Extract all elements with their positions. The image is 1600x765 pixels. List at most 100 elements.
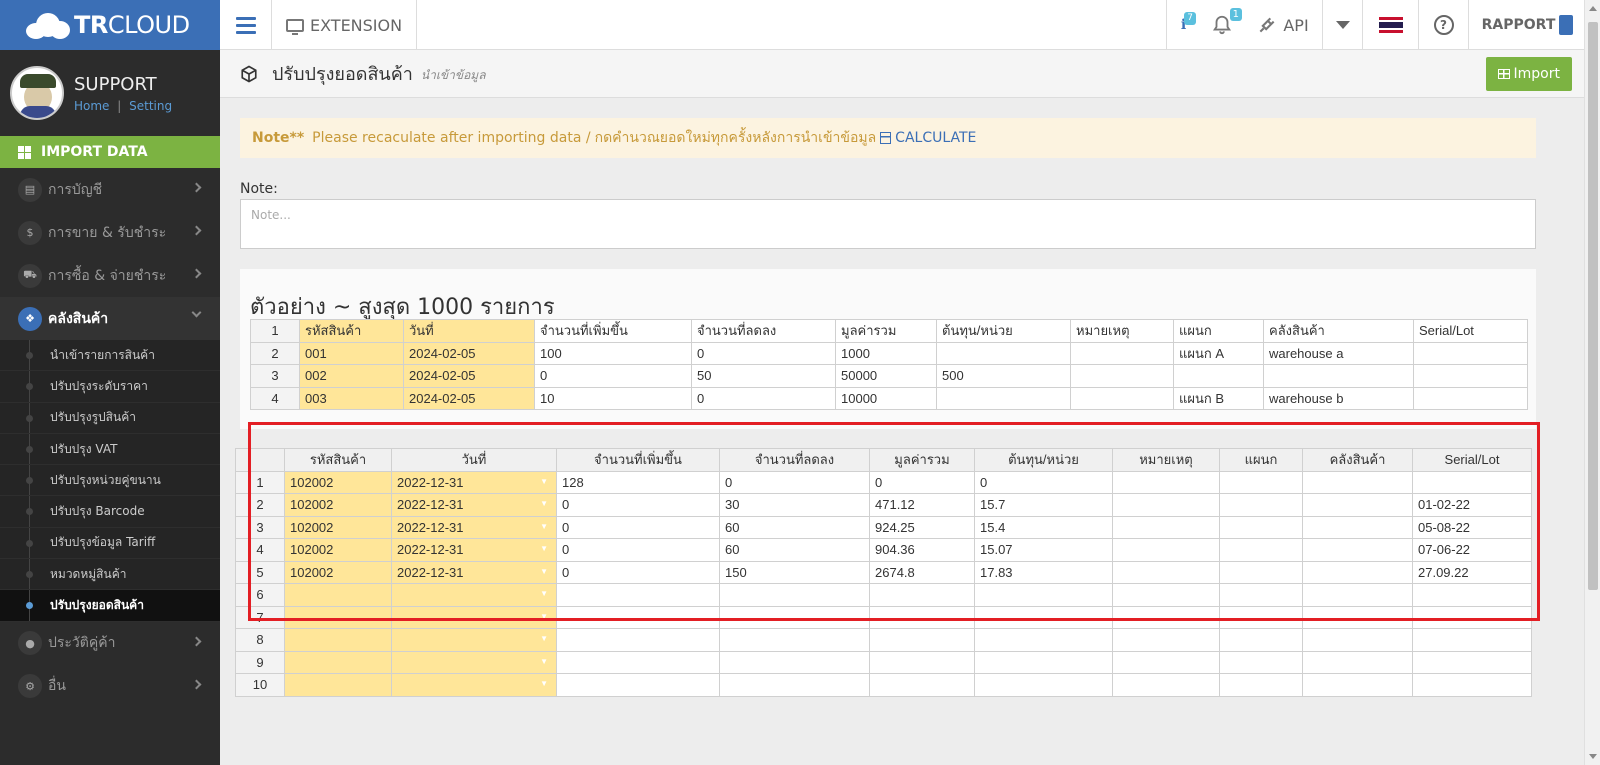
grid-cell[interactable] — [284, 583, 392, 607]
column-header[interactable]: ต้นทุน/หน่วย — [974, 448, 1113, 472]
grid-cell[interactable]: 102002 — [284, 493, 392, 517]
date-cell[interactable] — [391, 583, 557, 607]
column-header[interactable]: หมายเหตุ — [1112, 448, 1220, 472]
grid-cell[interactable] — [719, 628, 870, 652]
grid-cell[interactable] — [1112, 628, 1220, 652]
column-header[interactable]: จำนวนที่เพิ่มขึ้น — [556, 448, 720, 472]
grid-cell[interactable] — [556, 628, 720, 652]
grid-cell[interactable] — [284, 673, 392, 697]
date-cell[interactable]: 2022-12-31 — [391, 470, 557, 494]
grid-cell[interactable]: 0 — [974, 470, 1113, 494]
grid-cell[interactable] — [869, 650, 975, 674]
grid-cell[interactable] — [284, 628, 392, 652]
grid-cell[interactable] — [719, 673, 870, 697]
grid-cell[interactable]: 60 — [719, 515, 870, 539]
grid-cell[interactable] — [869, 605, 975, 629]
grid-cell[interactable] — [1112, 605, 1220, 629]
sub-item-stock-adjust[interactable]: ปรับปรุงยอดสินค้า — [0, 590, 220, 622]
sub-item-price-level[interactable]: ปรับปรุงระดับราคา — [0, 371, 220, 403]
sub-item-import-products[interactable]: นำเข้ารายการสินค้า — [0, 340, 220, 372]
grid-cell[interactable] — [1302, 583, 1413, 607]
grid-cell[interactable] — [1302, 650, 1413, 674]
nav-item-inventory[interactable]: ❖ คลังสินค้า — [0, 297, 220, 340]
grid-cell[interactable] — [1412, 673, 1532, 697]
grid-cell[interactable]: 0 — [556, 515, 720, 539]
grid-cell[interactable]: 15.4 — [974, 515, 1113, 539]
info-button[interactable]: i 7 — [1166, 0, 1200, 50]
grid-cell[interactable]: 102002 — [284, 538, 392, 562]
grid-cell[interactable] — [1412, 650, 1532, 674]
menu-toggle-button[interactable] — [220, 0, 272, 50]
grid-cell[interactable] — [1219, 538, 1303, 562]
grid-cell[interactable] — [869, 628, 975, 652]
grid-cell[interactable]: 27.09.22 — [1412, 560, 1532, 584]
date-cell[interactable] — [391, 605, 557, 629]
calculate-link[interactable]: CALCULATE — [880, 130, 976, 146]
grid-cell[interactable] — [1302, 605, 1413, 629]
sub-item-category[interactable]: หมวดหมู่สินค้า — [0, 559, 220, 591]
grid-cell[interactable] — [1112, 515, 1220, 539]
grid-cell[interactable] — [1302, 470, 1413, 494]
grid-cell[interactable] — [1219, 470, 1303, 494]
setting-link[interactable]: Setting — [129, 99, 172, 113]
avatar[interactable] — [10, 66, 64, 120]
sub-item-tariff[interactable]: ปรับปรุงข้อมูล Tariff — [0, 527, 220, 560]
api-button[interactable]: API — [1244, 0, 1322, 50]
grid-cell[interactable] — [556, 673, 720, 697]
grid-cell[interactable] — [974, 605, 1113, 629]
grid-cell[interactable]: 0 — [719, 470, 870, 494]
grid-cell[interactable]: 0 — [556, 493, 720, 517]
grid-cell[interactable]: 128 — [556, 470, 720, 494]
grid-cell[interactable] — [1219, 583, 1303, 607]
grid-cell[interactable]: 102002 — [284, 515, 392, 539]
date-cell[interactable] — [391, 650, 557, 674]
grid-cell[interactable] — [1112, 650, 1220, 674]
grid-cell[interactable] — [1302, 628, 1413, 652]
grid-cell[interactable] — [284, 605, 392, 629]
grid-cell[interactable] — [1219, 560, 1303, 584]
grid-cell[interactable]: 904.36 — [869, 538, 975, 562]
grid-cell[interactable] — [1219, 628, 1303, 652]
grid-cell[interactable] — [719, 605, 870, 629]
date-cell[interactable]: 2022-12-31 — [391, 515, 557, 539]
grid-cell[interactable] — [1219, 650, 1303, 674]
grid-cell[interactable]: 150 — [719, 560, 870, 584]
language-button[interactable] — [1362, 0, 1418, 50]
import-data-header[interactable]: IMPORT DATA — [0, 136, 220, 168]
grid-cell[interactable] — [1412, 583, 1532, 607]
grid-cell[interactable] — [1302, 515, 1413, 539]
grid-cell[interactable] — [1219, 515, 1303, 539]
grid-cell[interactable] — [1302, 673, 1413, 697]
grid-cell[interactable] — [556, 583, 720, 607]
grid-cell[interactable] — [1219, 673, 1303, 697]
grid-cell[interactable] — [1412, 628, 1532, 652]
extension-button[interactable]: EXTENSION — [272, 0, 418, 50]
grid-cell[interactable]: 471.12 — [869, 493, 975, 517]
nav-item-other[interactable]: ⚙ อื่น — [0, 665, 220, 708]
note-field[interactable] — [240, 199, 1536, 249]
scrollbar-thumb[interactable] — [1588, 22, 1598, 590]
dropdown-button[interactable] — [1322, 0, 1362, 50]
column-header[interactable]: มูลค่ารวม — [869, 448, 975, 472]
column-header[interactable]: Serial/Lot — [1412, 448, 1532, 472]
date-cell[interactable]: 2022-12-31 — [391, 560, 557, 584]
grid-cell[interactable] — [1302, 560, 1413, 584]
sub-item-parallel-unit[interactable]: ปรับปรุงหน่วยคู่ขนาน — [0, 465, 220, 497]
column-header[interactable]: แผนก — [1219, 448, 1303, 472]
grid-cell[interactable] — [556, 605, 720, 629]
grid-cell[interactable] — [974, 650, 1113, 674]
grid-cell[interactable] — [1219, 605, 1303, 629]
grid-cell[interactable]: 05-08-22 — [1412, 515, 1532, 539]
sub-item-vat[interactable]: ปรับปรุง VAT — [0, 433, 220, 466]
grid-cell[interactable] — [719, 650, 870, 674]
grid-cell[interactable]: 17.83 — [974, 560, 1113, 584]
grid-cell[interactable] — [1112, 493, 1220, 517]
nav-item-sales[interactable]: $ การขาย & รับชำระ — [0, 211, 220, 254]
grid-cell[interactable] — [1112, 583, 1220, 607]
nav-item-partner-history[interactable]: ● ประวัติคู่ค้า — [0, 622, 220, 665]
grid-cell[interactable]: 0 — [556, 560, 720, 584]
nav-item-accounting[interactable]: ▤ การบัญชี — [0, 168, 220, 211]
notifications-button[interactable]: 1 — [1200, 0, 1244, 50]
grid-cell[interactable]: 15.7 — [974, 493, 1113, 517]
column-header[interactable]: คลังสินค้า — [1302, 448, 1413, 472]
